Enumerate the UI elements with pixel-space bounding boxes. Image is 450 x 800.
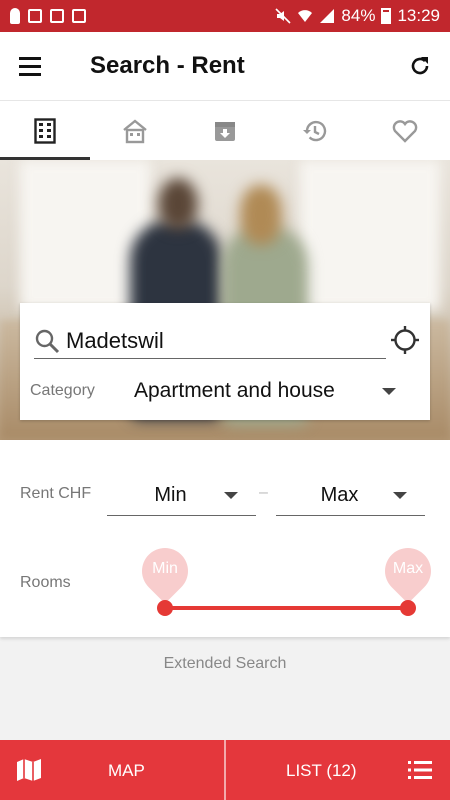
refresh-icon: [411, 57, 429, 75]
hero-person: [240, 185, 282, 245]
chevron-down-icon: [393, 492, 407, 499]
search-icon: [35, 329, 60, 353]
archive-icon: [215, 121, 235, 141]
wifi-icon: [298, 10, 313, 22]
keyhole-icon: [10, 8, 20, 24]
filter-card: Rent CHF Min – Max Rooms Min Max: [0, 440, 450, 637]
category-value[interactable]: Apartment and house: [134, 379, 382, 403]
location-input[interactable]: [66, 327, 376, 354]
locate-button[interactable]: [390, 325, 420, 355]
heart-icon: [392, 119, 418, 143]
map-icon: [17, 759, 41, 781]
list-icon: [408, 761, 432, 779]
system-icons: 84% 13:29: [275, 6, 440, 26]
map-button-label: MAP: [108, 761, 145, 780]
rooms-max-pin-label: Max: [392, 560, 424, 577]
status-bar: 84% 13:29: [0, 0, 450, 32]
mute-icon: [275, 8, 291, 24]
building-icon: [34, 117, 56, 144]
app-bar: Search - Rent: [0, 32, 450, 100]
map-button[interactable]: MAP: [0, 740, 224, 800]
tab-houses[interactable]: [90, 101, 180, 160]
category-select[interactable]: Category Apartment and house: [30, 371, 420, 411]
hamburger-icon-line: [19, 56, 41, 60]
clock: 13:29: [397, 6, 440, 25]
signal-icon: [320, 9, 335, 23]
cast-icon: [72, 9, 86, 23]
gallery-icon: [28, 9, 42, 23]
chevron-down-icon: [224, 492, 238, 499]
menu-button[interactable]: [0, 32, 60, 100]
bottom-action-bar: MAP LIST (12): [0, 740, 450, 800]
search-card: Category Apartment and house: [20, 303, 430, 420]
category-tabs: [0, 100, 450, 160]
rooms-slider-max-handle[interactable]: [400, 600, 416, 616]
email-icon: [50, 9, 64, 23]
tab-favorites[interactable]: [360, 101, 450, 160]
tab-history[interactable]: [270, 101, 360, 160]
crosshair-icon: [391, 326, 419, 354]
rent-max-value: Max: [320, 484, 359, 506]
tab-archive[interactable]: [180, 101, 270, 160]
notification-icons: [10, 8, 86, 24]
rooms-slider-track[interactable]: [165, 606, 408, 610]
rent-min-value: Min: [154, 484, 187, 506]
list-button-label: LIST (12): [286, 761, 357, 780]
category-label: Category: [30, 382, 95, 399]
list-button[interactable]: LIST (12): [226, 740, 450, 800]
location-search-field[interactable]: [34, 323, 386, 359]
history-icon: [303, 120, 327, 141]
house-icon: [123, 118, 147, 143]
range-separator: –: [259, 484, 268, 501]
rooms-min-pin-label: Min: [152, 560, 178, 577]
chevron-down-icon: [382, 387, 396, 395]
page-title: Search - Rent: [90, 52, 245, 79]
battery-percent: 84%: [341, 6, 376, 25]
tab-buildings[interactable]: [0, 101, 90, 160]
hero-person: [158, 178, 198, 230]
hero-window: [300, 160, 440, 310]
rooms-slider-min-handle[interactable]: [157, 600, 173, 616]
rent-min-select[interactable]: Min: [107, 476, 256, 516]
rent-label: Rent CHF: [20, 485, 92, 502]
hamburger-icon-line: [19, 64, 41, 68]
refresh-button[interactable]: [390, 32, 450, 100]
rent-max-select[interactable]: Max: [276, 476, 425, 516]
extended-search-link[interactable]: Extended Search: [0, 655, 450, 673]
rooms-label: Rooms: [20, 574, 71, 591]
battery-icon: [381, 8, 392, 24]
hamburger-icon-line: [19, 72, 41, 76]
